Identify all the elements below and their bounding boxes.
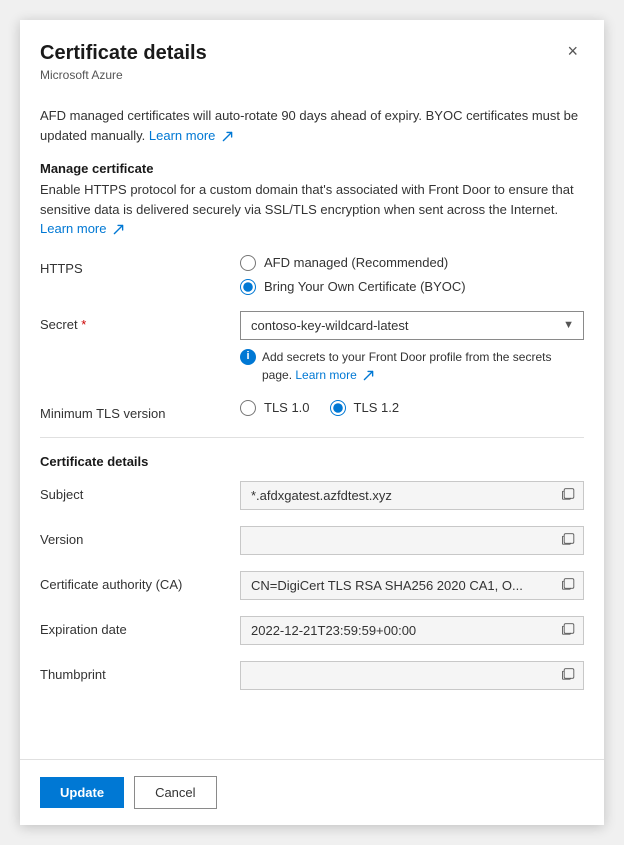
tls-radio-row: TLS 1.0 TLS 1.2 <box>240 400 584 416</box>
copy-icon <box>562 577 576 591</box>
version-field-wrapper <box>240 526 584 555</box>
dialog-footer: Update Cancel <box>20 759 604 825</box>
expiration-label: Expiration date <box>40 616 240 637</box>
copy-icon <box>562 532 576 546</box>
copy-icon <box>562 622 576 636</box>
external-link-icon <box>222 131 233 142</box>
version-control <box>240 526 584 555</box>
certificate-details-section: Certificate details Subject <box>40 454 584 690</box>
subject-field-wrapper <box>240 481 584 510</box>
info-banner-learn-more-link[interactable]: Learn more <box>149 128 233 143</box>
https-control: AFD managed (Recommended) Bring Your Own… <box>240 255 584 295</box>
https-byoc-option[interactable]: Bring Your Own Certificate (BYOC) <box>240 279 584 295</box>
certificate-details-dialog: Certificate details Microsoft Azure × AF… <box>20 20 604 825</box>
subject-copy-button[interactable] <box>560 485 578 506</box>
version-label: Version <box>40 526 240 547</box>
secret-hint-block: i Add secrets to your Front Door profile… <box>240 348 584 384</box>
secret-learn-more-link[interactable]: Learn more <box>295 368 374 382</box>
title-block: Certificate details Microsoft Azure <box>40 40 207 82</box>
thumbprint-field-wrapper <box>240 661 584 690</box>
thumbprint-row: Thumbprint <box>40 661 584 690</box>
tls-label: Minimum TLS version <box>40 400 240 421</box>
version-field <box>240 526 584 555</box>
tls12-radio[interactable] <box>330 400 346 416</box>
ca-field <box>240 571 584 600</box>
close-button[interactable]: × <box>561 40 584 62</box>
section-divider <box>40 437 584 438</box>
expiration-copy-button[interactable] <box>560 620 578 641</box>
copy-icon <box>562 487 576 501</box>
tls10-label: TLS 1.0 <box>264 400 310 415</box>
https-label: HTTPS <box>40 255 240 276</box>
dialog-body: AFD managed certificates will auto-rotat… <box>20 90 604 759</box>
byoc-radio[interactable] <box>240 279 256 295</box>
secret-form-row: Secret * contoso-key-wildcard-latest ▼ i… <box>40 311 584 384</box>
subject-row: Subject <box>40 481 584 510</box>
dialog-header: Certificate details Microsoft Azure × <box>20 20 604 90</box>
secret-hint-text: Add secrets to your Front Door profile f… <box>262 348 584 384</box>
subject-field <box>240 481 584 510</box>
secret-select-wrapper: contoso-key-wildcard-latest ▼ <box>240 311 584 340</box>
secret-select[interactable]: contoso-key-wildcard-latest <box>240 311 584 340</box>
copy-icon <box>562 667 576 681</box>
expiration-field-wrapper <box>240 616 584 645</box>
ca-label: Certificate authority (CA) <box>40 571 240 592</box>
ca-control <box>240 571 584 600</box>
https-afd-managed-option[interactable]: AFD managed (Recommended) <box>240 255 584 271</box>
update-button[interactable]: Update <box>40 777 124 808</box>
secret-external-link-icon <box>363 370 374 381</box>
manage-cert-external-link-icon <box>113 224 124 235</box>
version-row: Version <box>40 526 584 555</box>
dialog-title: Certificate details <box>40 40 207 66</box>
manage-cert-title: Manage certificate <box>40 161 584 176</box>
subject-control <box>240 481 584 510</box>
tls12-option[interactable]: TLS 1.2 <box>330 400 400 416</box>
ca-field-wrapper <box>240 571 584 600</box>
tls-control: TLS 1.0 TLS 1.2 <box>240 400 584 416</box>
info-banner-text: AFD managed certificates will auto-rotat… <box>40 108 578 143</box>
byoc-label: Bring Your Own Certificate (BYOC) <box>264 279 466 294</box>
version-copy-button[interactable] <box>560 530 578 551</box>
thumbprint-label: Thumbprint <box>40 661 240 682</box>
tls10-option[interactable]: TLS 1.0 <box>240 400 310 416</box>
manage-cert-desc: Enable HTTPS protocol for a custom domai… <box>40 180 584 239</box>
afd-managed-radio[interactable] <box>240 255 256 271</box>
tls-form-row: Minimum TLS version TLS 1.0 TLS 1.2 <box>40 400 584 421</box>
cert-details-title: Certificate details <box>40 454 584 469</box>
cancel-button[interactable]: Cancel <box>134 776 216 809</box>
afd-managed-label: AFD managed (Recommended) <box>264 255 448 270</box>
secret-label: Secret * <box>40 311 240 332</box>
ca-copy-button[interactable] <box>560 575 578 596</box>
thumbprint-control <box>240 661 584 690</box>
tls10-radio[interactable] <box>240 400 256 416</box>
manage-certificate-section: Manage certificate Enable HTTPS protocol… <box>40 161 584 239</box>
manage-cert-learn-more-link[interactable]: Learn more <box>40 221 124 236</box>
thumbprint-copy-button[interactable] <box>560 665 578 686</box>
info-banner: AFD managed certificates will auto-rotat… <box>40 106 584 145</box>
https-form-row: HTTPS AFD managed (Recommended) Bring Yo… <box>40 255 584 295</box>
secret-required-indicator: * <box>81 317 86 332</box>
ca-row: Certificate authority (CA) <box>40 571 584 600</box>
expiration-row: Expiration date <box>40 616 584 645</box>
dialog-subtitle: Microsoft Azure <box>40 68 207 82</box>
thumbprint-field <box>240 661 584 690</box>
https-radio-group: AFD managed (Recommended) Bring Your Own… <box>240 255 584 295</box>
tls12-label: TLS 1.2 <box>354 400 400 415</box>
expiration-field <box>240 616 584 645</box>
info-icon: i <box>240 349 256 365</box>
expiration-control <box>240 616 584 645</box>
subject-label: Subject <box>40 481 240 502</box>
secret-control: contoso-key-wildcard-latest ▼ i Add secr… <box>240 311 584 384</box>
